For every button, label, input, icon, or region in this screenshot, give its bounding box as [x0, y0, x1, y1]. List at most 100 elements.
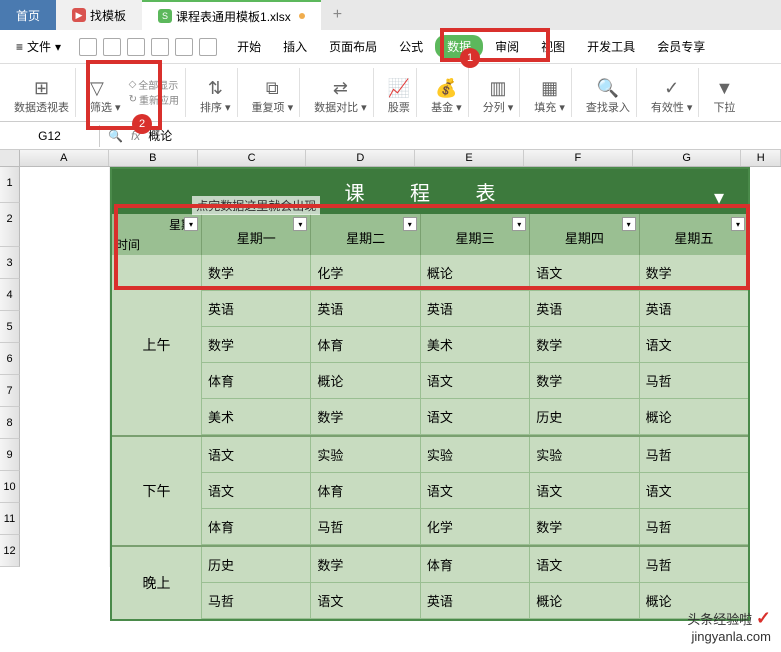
- schedule-cell[interactable]: 数学: [530, 327, 639, 362]
- schedule-cell[interactable]: 概论: [530, 583, 639, 618]
- cells-area[interactable]: 课 程 表 ▾ 星期 时间 ▾ 点完数据这里就会出现 星期一 ▾ 星期二▾: [20, 167, 781, 567]
- filter-btn-d5[interactable]: ▾: [731, 217, 745, 231]
- schedule-cell[interactable]: 英语: [202, 291, 311, 326]
- schedule-cell[interactable]: 体育: [311, 473, 420, 508]
- tool-validity[interactable]: ✓ 有效性 ▾: [645, 68, 700, 117]
- row-header-9[interactable]: 9: [0, 439, 20, 471]
- schedule-cell[interactable]: 历史: [202, 547, 311, 582]
- schedule-cell[interactable]: 马哲: [640, 547, 748, 582]
- col-header-g[interactable]: G: [633, 150, 742, 166]
- menu-data[interactable]: 数据: [435, 35, 483, 58]
- schedule-cell[interactable]: 英语: [311, 291, 420, 326]
- row-header-1[interactable]: 1: [0, 167, 20, 203]
- schedule-cell[interactable]: 语文: [421, 473, 530, 508]
- row-header-12[interactable]: 12: [0, 535, 20, 567]
- schedule-cell[interactable]: 马哲: [202, 583, 311, 618]
- col-header-d[interactable]: D: [306, 150, 415, 166]
- row-header-10[interactable]: 10: [0, 471, 20, 503]
- filter-btn-d4[interactable]: ▾: [622, 217, 636, 231]
- tool-pivot[interactable]: ⊞ 数据透视表: [8, 68, 76, 117]
- schedule-cell[interactable]: 体育: [202, 363, 311, 398]
- tool-show-all[interactable]: ◇ 全部显示: [129, 77, 179, 92]
- menu-view[interactable]: 视图: [531, 34, 575, 59]
- qa-redo-icon[interactable]: [199, 38, 217, 56]
- schedule-cell[interactable]: 语文: [421, 399, 530, 434]
- qa-icon-2[interactable]: [103, 38, 121, 56]
- tool-duplicates[interactable]: ⧉ 重复项 ▾: [246, 68, 301, 117]
- schedule-cell[interactable]: 实验: [311, 437, 420, 472]
- schedule-cell[interactable]: 体育: [202, 509, 311, 544]
- schedule-cell[interactable]: 语文: [640, 473, 748, 508]
- schedule-cell[interactable]: 体育: [421, 547, 530, 582]
- title-filter-button[interactable]: ▾: [714, 185, 744, 210]
- schedule-cell[interactable]: 实验: [421, 437, 530, 472]
- schedule-cell[interactable]: 马哲: [640, 363, 748, 398]
- tool-reapply[interactable]: ↻ 重新应用: [129, 92, 179, 107]
- tool-dropdown[interactable]: ▼ 下拉: [707, 68, 741, 117]
- schedule-cell[interactable]: 历史: [530, 399, 639, 434]
- schedule-cell[interactable]: 马哲: [640, 437, 748, 472]
- filter-btn-d1[interactable]: ▾: [293, 217, 307, 231]
- schedule-cell[interactable]: 语文: [530, 255, 639, 290]
- menu-page-layout[interactable]: 页面布局: [319, 34, 387, 59]
- menu-start[interactable]: 开始: [227, 34, 271, 59]
- tool-sort[interactable]: ⇅ 排序 ▾: [194, 68, 238, 117]
- row-header-6[interactable]: 6: [0, 343, 20, 375]
- tool-compare[interactable]: ⇄ 数据对比 ▾: [308, 68, 374, 117]
- row-header-8[interactable]: 8: [0, 407, 20, 439]
- schedule-cell[interactable]: 马哲: [640, 509, 748, 544]
- schedule-cell[interactable]: 语文: [640, 327, 748, 362]
- row-header-5[interactable]: 5: [0, 311, 20, 343]
- schedule-cell[interactable]: 语文: [202, 437, 311, 472]
- schedule-cell[interactable]: 数学: [530, 509, 639, 544]
- schedule-cell[interactable]: 马哲: [311, 509, 420, 544]
- schedule-cell[interactable]: 语文: [202, 473, 311, 508]
- tab-current-file[interactable]: S 课程表通用模板1.xlsx: [142, 0, 321, 30]
- menu-review[interactable]: 审阅: [485, 34, 529, 59]
- select-all-corner[interactable]: [0, 150, 20, 166]
- schedule-cell[interactable]: 体育: [311, 327, 420, 362]
- col-header-h[interactable]: H: [741, 150, 781, 166]
- row-header-3[interactable]: 3: [0, 247, 20, 279]
- schedule-cell[interactable]: 概论: [421, 255, 530, 290]
- schedule-cell[interactable]: 数学: [311, 399, 420, 434]
- schedule-cell[interactable]: 化学: [421, 509, 530, 544]
- schedule-cell[interactable]: 语文: [530, 547, 639, 582]
- col-header-a[interactable]: A: [20, 150, 109, 166]
- qa-icon-4[interactable]: [151, 38, 169, 56]
- col-header-f[interactable]: F: [524, 150, 633, 166]
- col-header-b[interactable]: B: [109, 150, 198, 166]
- filter-btn-time[interactable]: ▾: [184, 217, 198, 231]
- menu-insert[interactable]: 插入: [273, 34, 317, 59]
- tool-split[interactable]: ▥ 分列 ▾: [477, 68, 521, 117]
- qa-icon-3[interactable]: [127, 38, 145, 56]
- row-header-2[interactable]: 2: [0, 203, 20, 247]
- tool-fund[interactable]: 💰 基金 ▾: [425, 68, 469, 117]
- menu-devtools[interactable]: 开发工具: [577, 34, 645, 59]
- tool-find-input[interactable]: 🔍 查找录入: [580, 68, 637, 117]
- row-header-11[interactable]: 11: [0, 503, 20, 535]
- schedule-cell[interactable]: 英语: [640, 291, 748, 326]
- schedule-cell[interactable]: 英语: [421, 583, 530, 618]
- schedule-cell[interactable]: 数学: [202, 327, 311, 362]
- schedule-cell[interactable]: 概论: [311, 363, 420, 398]
- schedule-cell[interactable]: 实验: [530, 437, 639, 472]
- schedule-cell[interactable]: 英语: [421, 291, 530, 326]
- schedule-cell[interactable]: 美术: [202, 399, 311, 434]
- search-fx-icon[interactable]: 🔍: [108, 129, 123, 143]
- filter-btn-d2[interactable]: ▾: [403, 217, 417, 231]
- file-menu[interactable]: ≡ 文件 ▾: [8, 34, 69, 59]
- schedule-cell[interactable]: 英语: [530, 291, 639, 326]
- schedule-cell[interactable]: 语文: [421, 363, 530, 398]
- formula-input[interactable]: 概论: [148, 127, 172, 144]
- schedule-cell[interactable]: 化学: [311, 255, 420, 290]
- tool-fill[interactable]: ▦ 填充 ▾: [528, 68, 572, 117]
- qa-undo-icon[interactable]: [175, 38, 193, 56]
- cell-reference-box[interactable]: G12: [0, 125, 100, 147]
- filter-btn-d3[interactable]: ▾: [512, 217, 526, 231]
- qa-icon-1[interactable]: [79, 38, 97, 56]
- schedule-cell[interactable]: 数学: [530, 363, 639, 398]
- menu-formula[interactable]: 公式: [389, 34, 433, 59]
- tab-add-button[interactable]: +: [321, 0, 354, 30]
- tool-stock[interactable]: 📈 股票: [382, 68, 417, 117]
